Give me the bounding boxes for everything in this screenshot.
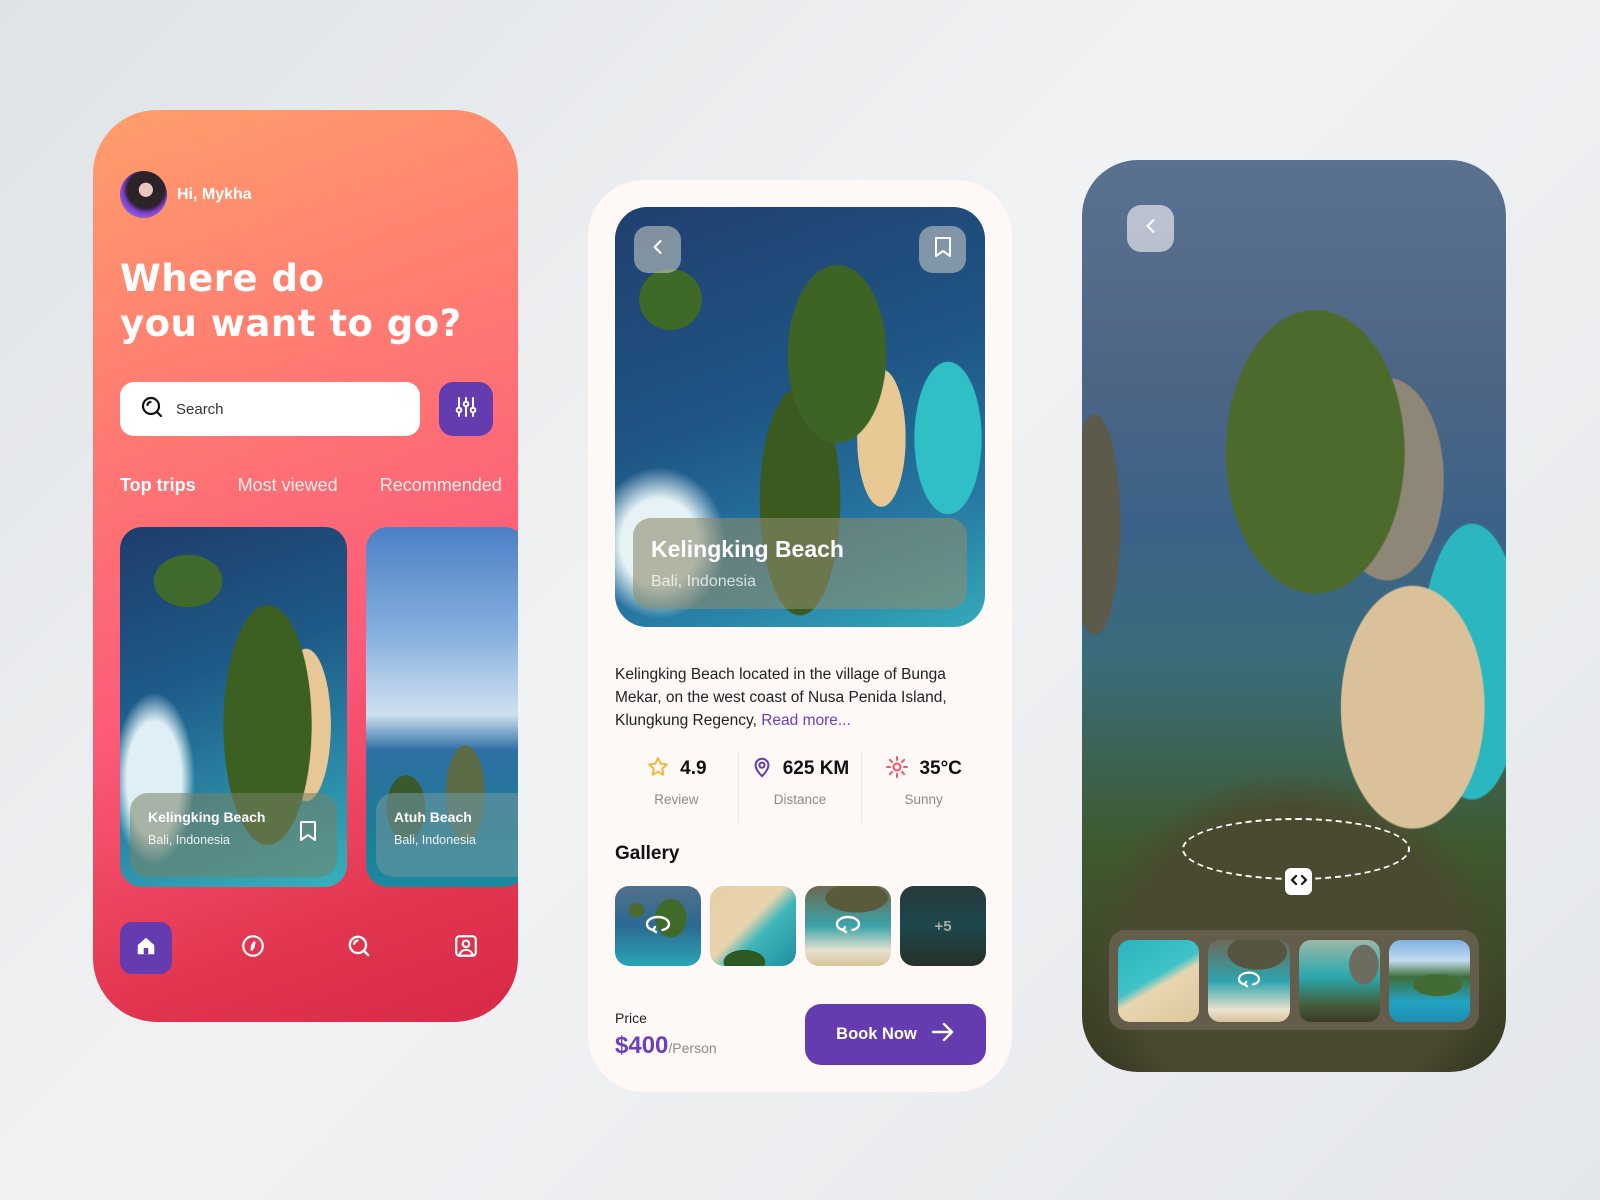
headline-line-2: you want to go? [120,302,462,345]
hero-image: Kelingking Beach Bali, Indonesia [615,207,985,627]
stat-label: Sunny [904,792,943,807]
ar-rotate-handle[interactable] [1285,868,1312,895]
trip-card[interactable]: Atuh Beach Bali, Indonesia [366,527,518,887]
stat-value: 625 KM [782,758,850,779]
gallery-more-thumbnail[interactable]: +5 [900,886,986,966]
headline-line-1: Where do [120,257,325,300]
viewer-thumbnail[interactable] [1208,940,1290,1022]
viewer-thumbnail[interactable] [1118,940,1200,1022]
home-icon [135,935,157,962]
trip-card[interactable]: Kelingking Beach Bali, Indonesia [120,527,347,887]
stat-review: 4.9 Review [615,750,739,822]
stat-label: Review [654,792,699,807]
trip-card-info: Atuh Beach Bali, Indonesia [376,793,518,877]
price: $400/Person [615,1032,717,1060]
avatar[interactable] [120,171,167,218]
360-view-icon [644,913,672,940]
user-greeting: Hi, Mykha [120,171,252,218]
bookmark-icon [932,235,954,264]
arrow-right-icon [931,1022,955,1047]
nav-explore[interactable] [227,922,279,974]
gallery: +5 [615,886,986,966]
description: Kelingking Beach located in the village … [615,663,985,732]
stat-weather: 35°C Sunny [862,750,985,822]
nav-search[interactable] [333,922,385,974]
location-pin-icon [751,755,773,784]
compass-icon [240,933,266,964]
viewer-thumbnail[interactable] [1388,940,1470,1022]
360-view-icon [1236,969,1262,994]
star-icon [646,755,670,784]
search-icon [346,933,372,964]
gallery-heading: Gallery [615,843,680,864]
tab-most-viewed[interactable]: Most viewed [238,475,338,496]
stat-value: 4.9 [680,758,707,779]
destination-location: Bali, Indonesia [651,573,756,590]
sliders-icon [454,395,478,424]
stat-distance: 625 KM Distance [739,750,863,822]
viewer-thumbnail-strip [1109,930,1479,1030]
code-arrows-icon [1290,873,1307,891]
home-screen: Hi, Mykha Where do you want to go? Top t… [93,110,518,1022]
nav-home[interactable] [120,922,172,974]
trip-title: Atuh Beach [394,809,472,825]
destination-title: Kelingking Beach [651,536,844,562]
search-input[interactable] [176,400,396,418]
detail-screen: Kelingking Beach Bali, Indonesia Kelingk… [588,180,1012,1092]
chevron-left-icon [648,237,668,262]
price-label: Price [615,1010,647,1026]
360-view-icon [834,913,862,940]
gallery-thumbnail[interactable] [805,886,891,966]
hero-info: Kelingking Beach Bali, Indonesia [633,518,967,609]
gallery-thumbnail[interactable] [710,886,796,966]
trip-title: Kelingking Beach [148,809,266,825]
back-button[interactable] [634,226,681,273]
tab-top-trips[interactable]: Top trips [120,475,196,496]
bookmark-button[interactable] [919,226,966,273]
gallery-thumbnail[interactable] [615,886,701,966]
search-icon [140,395,164,424]
trip-card-info: Kelingking Beach Bali, Indonesia [130,793,337,877]
read-more-link[interactable]: Read more... [761,712,851,729]
search-bar[interactable] [120,382,420,436]
bookmark-icon[interactable] [297,819,319,848]
stat-value: 35°C [919,758,962,779]
nav-profile[interactable] [440,922,492,974]
book-now-button[interactable]: Book Now [805,1004,986,1065]
trip-tabs: Top trips Most viewed Recommended [120,475,502,496]
filter-button[interactable] [439,382,493,436]
more-count: +5 [934,917,952,935]
trip-location: Bali, Indonesia [394,833,477,847]
viewer-screen [1082,160,1506,1072]
trip-location: Bali, Indonesia [148,833,231,847]
greeting-text: Hi, Mykha [177,185,252,203]
book-now-label: Book Now [836,1025,917,1043]
chevron-left-icon [1141,216,1161,241]
bottom-nav [120,922,492,974]
stat-label: Distance [773,792,827,807]
price-value: $400 [615,1032,669,1059]
profile-icon [453,933,479,964]
back-button[interactable] [1127,205,1174,252]
sun-icon [885,755,909,784]
stats-row: 4.9 Review 625 KM Distance 35°C Sunny [615,750,985,822]
page-title: Where do you want to go? [120,256,462,346]
tab-recommended[interactable]: Recommended [380,475,502,496]
viewer-thumbnail[interactable] [1298,940,1380,1022]
price-unit: /Person [668,1040,717,1056]
